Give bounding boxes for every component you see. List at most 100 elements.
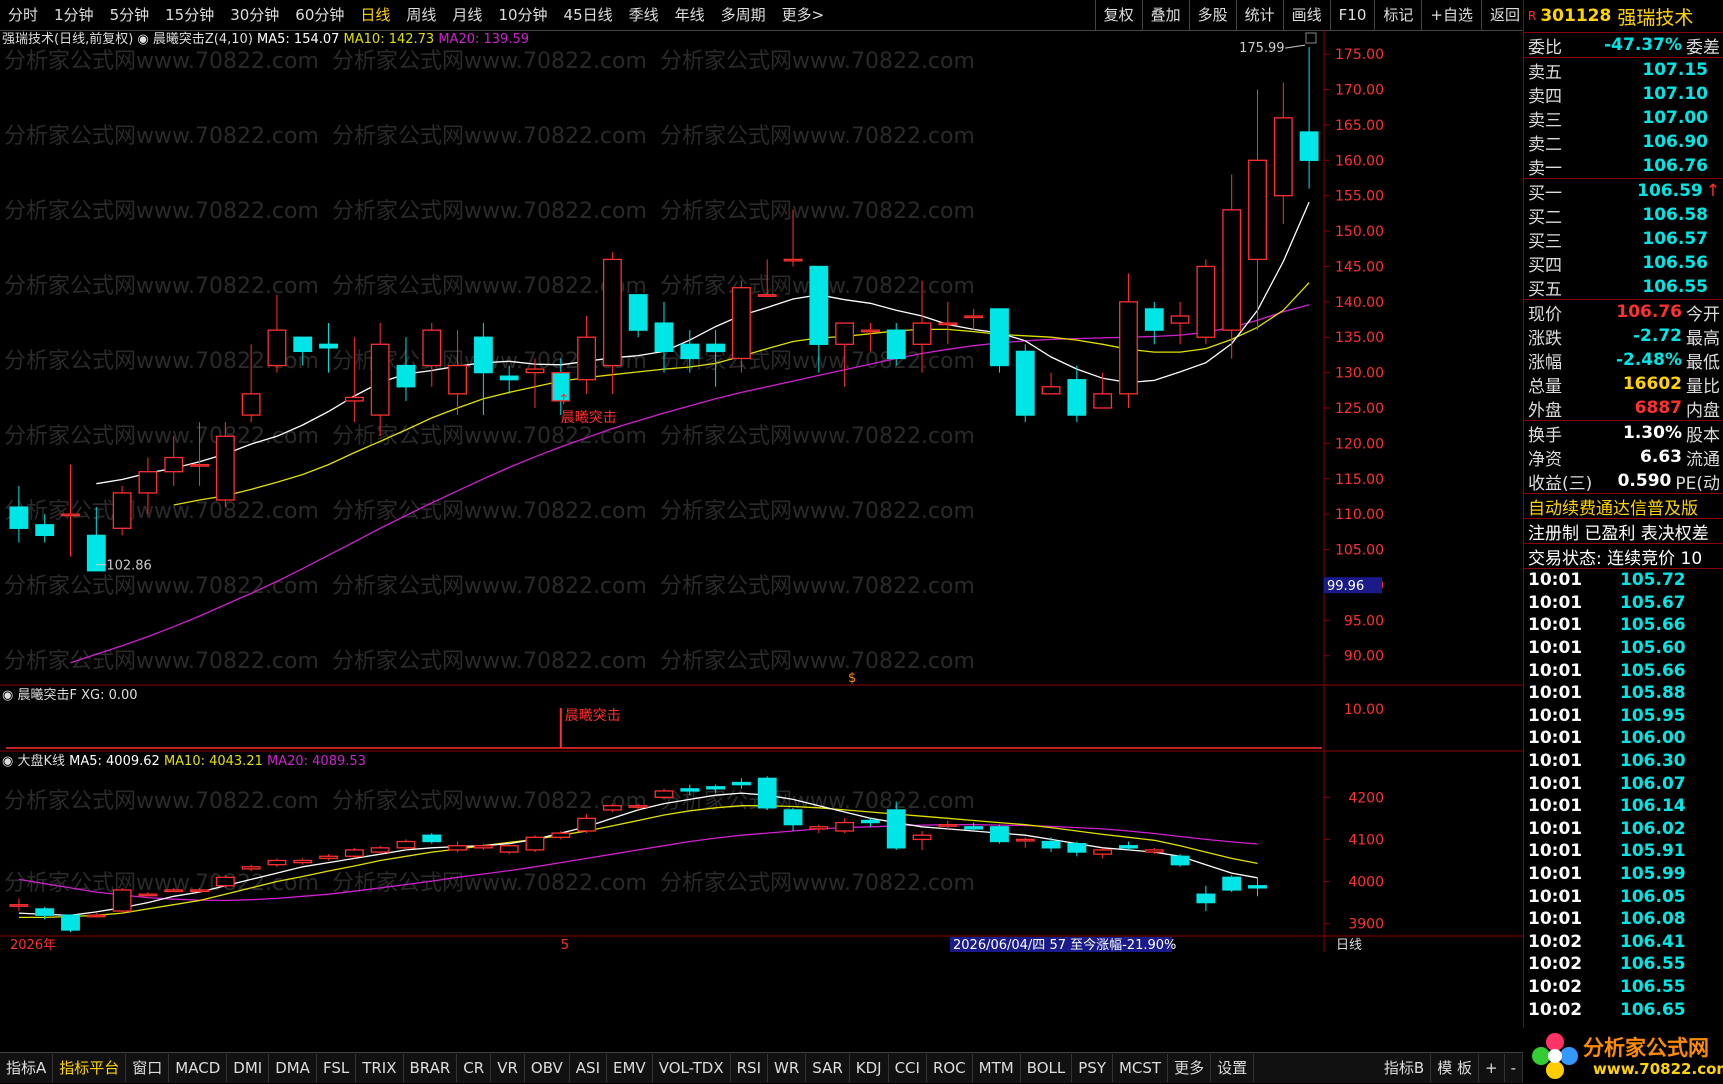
- candle-body[interactable]: [938, 322, 958, 326]
- indicator-tab[interactable]: FSL: [317, 1054, 357, 1082]
- indicator-tab[interactable]: ROC: [927, 1054, 973, 1082]
- index-candle-body[interactable]: [835, 821, 855, 832]
- index-candle-body[interactable]: [783, 809, 803, 826]
- index-candle-body[interactable]: [215, 876, 235, 887]
- candle-body[interactable]: [1093, 393, 1113, 409]
- indicator-tab[interactable]: 窗口: [126, 1054, 170, 1082]
- indicator-tab[interactable]: 更多: [1168, 1054, 1212, 1082]
- toolbar-button[interactable]: 画线: [1282, 0, 1330, 30]
- toolbar-button[interactable]: 多股: [1188, 0, 1236, 30]
- period-tab[interactable]: 10分钟: [490, 0, 555, 30]
- index-candle-body[interactable]: [861, 819, 880, 824]
- candle-body[interactable]: [1196, 265, 1216, 338]
- index-candle-body[interactable]: [1015, 838, 1035, 842]
- candle-body[interactable]: [628, 294, 648, 331]
- index-candle-body[interactable]: [35, 908, 55, 916]
- index-candle-body[interactable]: [1222, 876, 1242, 891]
- index-candle-body[interactable]: [267, 859, 287, 866]
- period-tab[interactable]: 日线: [352, 0, 398, 30]
- indicator-tab[interactable]: 指标A: [0, 1054, 54, 1082]
- candle-body[interactable]: [990, 308, 1009, 367]
- candle-body[interactable]: [1273, 117, 1293, 197]
- candle-body[interactable]: [344, 396, 364, 402]
- index-candle-body[interactable]: [654, 790, 674, 798]
- toolbar-button[interactable]: +自选: [1421, 0, 1481, 30]
- candle-body[interactable]: [319, 343, 338, 349]
- candle-body[interactable]: [112, 492, 132, 529]
- indicator-tab[interactable]: 设置: [1211, 1054, 1255, 1082]
- index-candle-body[interactable]: [525, 836, 545, 851]
- indicator-tab[interactable]: 指标平台: [53, 1054, 127, 1082]
- indicator-tab[interactable]: VOL-TDX: [653, 1054, 731, 1082]
- indicator-tab[interactable]: BRAR: [404, 1054, 458, 1082]
- candle-body[interactable]: [1015, 350, 1035, 416]
- index-candle-body[interactable]: [499, 845, 519, 853]
- candle-body[interactable]: [706, 343, 726, 353]
- candle-body[interactable]: [61, 513, 80, 517]
- index-candle-body[interactable]: [1093, 849, 1113, 855]
- candle-body[interactable]: [680, 343, 700, 360]
- index-candle-body[interactable]: [912, 834, 932, 841]
- candle-body[interactable]: [1144, 308, 1164, 331]
- candle-body[interactable]: [35, 524, 55, 537]
- candle-body[interactable]: [164, 456, 184, 473]
- period-tab[interactable]: 年线: [667, 0, 713, 30]
- candle-body[interactable]: [577, 336, 597, 381]
- period-tab[interactable]: 5分钟: [102, 0, 158, 30]
- candle-body[interactable]: [602, 258, 622, 367]
- indicator-tab[interactable]: DMA: [269, 1054, 317, 1082]
- period-tab[interactable]: 月线: [444, 0, 490, 30]
- period-tab[interactable]: 45日线: [556, 0, 621, 30]
- tick-list[interactable]: 10:01 105.72 10:01 105.67 10:01 105.66 10:01 10…: [1524, 568, 1723, 1021]
- period-tab[interactable]: 更多>: [774, 0, 833, 30]
- indicator-tab[interactable]: ASI: [570, 1054, 608, 1082]
- candle-body[interactable]: [835, 322, 855, 345]
- index-candle-body[interactable]: [112, 889, 132, 912]
- candle-body[interactable]: [1299, 131, 1319, 161]
- candle-body[interactable]: [241, 393, 261, 416]
- period-tab[interactable]: 15分钟: [157, 0, 222, 30]
- index-candle-body[interactable]: [1119, 845, 1138, 849]
- index-candle-body[interactable]: [1248, 885, 1267, 889]
- index-candle-body[interactable]: [1196, 893, 1216, 904]
- indicator-tab-right[interactable]: 模 板: [1431, 1054, 1479, 1082]
- candle-body[interactable]: [86, 534, 106, 572]
- index-candle-body[interactable]: [61, 914, 80, 931]
- candle-body[interactable]: [215, 435, 235, 501]
- index-candle-body[interactable]: [706, 786, 726, 790]
- toolbar-button[interactable]: 叠加: [1141, 0, 1189, 30]
- candle-body[interactable]: [396, 364, 416, 388]
- index-candle-body[interactable]: [757, 777, 777, 809]
- toolbar-button[interactable]: 复权: [1094, 0, 1142, 30]
- index-candle-body[interactable]: [293, 859, 313, 864]
- index-candle-body[interactable]: [964, 826, 984, 830]
- candle-body[interactable]: [757, 294, 777, 297]
- index-candle-body[interactable]: [990, 826, 1009, 843]
- candle-body[interactable]: [473, 336, 493, 374]
- index-candle-body[interactable]: [344, 849, 364, 857]
- indicator-tab-right[interactable]: 指标B: [1378, 1054, 1432, 1082]
- indicator-tab[interactable]: DMI: [227, 1054, 270, 1082]
- candle-body[interactable]: [525, 368, 545, 374]
- candle-body[interactable]: [783, 258, 803, 262]
- period-tab[interactable]: 30分钟: [222, 0, 287, 30]
- period-tab[interactable]: 分时: [0, 0, 46, 30]
- indicator-tab[interactable]: VR: [491, 1054, 525, 1082]
- candle-body[interactable]: [448, 364, 467, 395]
- indicator-tab[interactable]: PSY: [1072, 1054, 1113, 1082]
- candle-body[interactable]: [1170, 315, 1190, 324]
- candle-body[interactable]: [809, 265, 829, 345]
- candle-body[interactable]: [964, 315, 984, 319]
- index-candle-body[interactable]: [1067, 842, 1087, 853]
- index-candle-body[interactable]: [370, 847, 390, 853]
- panel-maximize-icon[interactable]: [1305, 32, 1317, 44]
- index-candle-body[interactable]: [164, 889, 184, 893]
- toolbar-button[interactable]: F10: [1329, 0, 1375, 30]
- index-candle-body[interactable]: [448, 845, 467, 851]
- stock-name[interactable]: 强瑞技术: [1617, 3, 1693, 30]
- candle-body[interactable]: [1248, 159, 1267, 261]
- index-candle-body[interactable]: [628, 805, 648, 808]
- index-candle-body[interactable]: [731, 781, 751, 786]
- toolbar-button[interactable]: 统计: [1235, 0, 1283, 30]
- toolbar-button[interactable]: 标记: [1374, 0, 1421, 30]
